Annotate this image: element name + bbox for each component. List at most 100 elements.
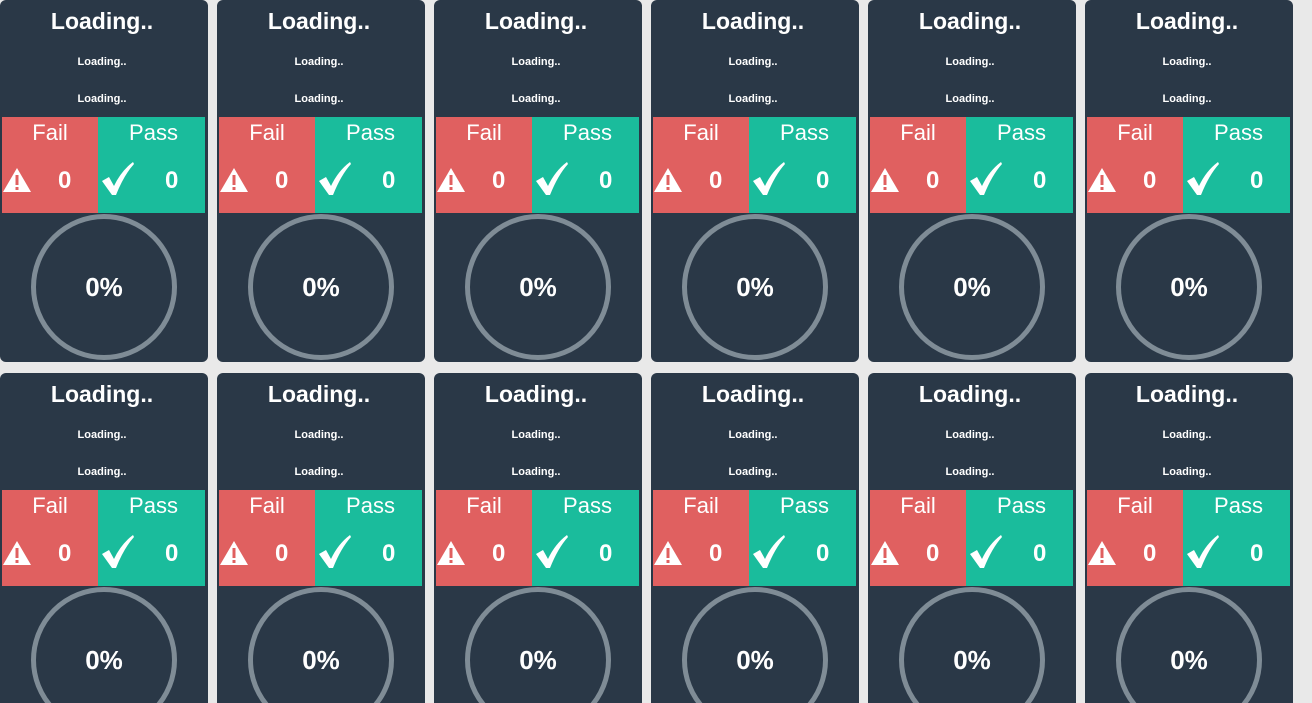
fail-panel: Fail 0 bbox=[2, 490, 98, 586]
pass-count: 0 bbox=[816, 167, 830, 194]
pass-count: 0 bbox=[165, 540, 179, 567]
fail-label: Fail bbox=[249, 120, 285, 145]
pass-count: 0 bbox=[1033, 540, 1047, 567]
fail-panel: Fail 0 bbox=[1087, 117, 1183, 213]
warning-icon bbox=[220, 168, 248, 192]
fail-count: 0 bbox=[275, 167, 289, 194]
status-card[interactable]: Loading.. Loading.. Loading.. Fail 0 Pas… bbox=[651, 0, 859, 362]
status-card[interactable]: Loading.. Loading.. Loading.. Fail 0 Pas… bbox=[0, 373, 208, 703]
check-icon bbox=[536, 535, 568, 568]
status-card[interactable]: Loading.. Loading.. Loading.. Fail 0 Pas… bbox=[868, 0, 1076, 362]
warning-icon bbox=[654, 541, 682, 565]
fail-count: 0 bbox=[1143, 167, 1157, 194]
check-icon bbox=[319, 535, 351, 568]
pass-label: Pass bbox=[129, 493, 178, 518]
status-card[interactable]: Loading.. Loading.. Loading.. Fail 0 Pas… bbox=[217, 0, 425, 362]
dashboard-grid: Loading.. Loading.. Loading.. Fail 0 Pas… bbox=[0, 0, 1312, 703]
pass-label: Pass bbox=[129, 120, 178, 145]
card-title: Loading.. bbox=[1135, 8, 1239, 34]
fail-panel: Fail 0 bbox=[870, 117, 966, 213]
fail-label: Fail bbox=[1117, 493, 1153, 518]
progress-percent: 0% bbox=[519, 272, 557, 302]
progress-percent: 0% bbox=[85, 272, 123, 302]
pass-count: 0 bbox=[1033, 167, 1047, 194]
status-card[interactable]: Loading.. Loading.. Loading.. Fail 0 Pas… bbox=[217, 373, 425, 703]
progress-percent: 0% bbox=[302, 272, 340, 302]
card-subtitle: Loading.. bbox=[1162, 429, 1212, 441]
pass-count: 0 bbox=[599, 167, 613, 194]
card-subtitle: Loading.. bbox=[294, 429, 344, 441]
warning-icon bbox=[654, 168, 682, 192]
card-title: Loading.. bbox=[701, 8, 805, 34]
card-subtitle: Loading.. bbox=[1162, 56, 1212, 68]
card-title: Loading.. bbox=[701, 381, 805, 407]
status-card[interactable]: Loading.. Loading.. Loading.. Fail 0 Pas… bbox=[434, 0, 642, 362]
fail-label: Fail bbox=[249, 493, 285, 518]
pass-label: Pass bbox=[346, 120, 395, 145]
pass-label: Pass bbox=[780, 493, 829, 518]
pass-panel: Pass 0 bbox=[966, 490, 1073, 586]
card-subtitle: Loading.. bbox=[728, 56, 778, 68]
fail-panel: Fail 0 bbox=[870, 490, 966, 586]
fail-count: 0 bbox=[492, 167, 506, 194]
pass-panel: Pass 0 bbox=[1183, 490, 1290, 586]
check-icon bbox=[536, 162, 568, 195]
card-subtitle: Loading.. bbox=[294, 56, 344, 68]
warning-icon bbox=[3, 541, 31, 565]
card-title: Loading.. bbox=[1135, 381, 1239, 407]
pass-panel: Pass 0 bbox=[315, 490, 422, 586]
check-icon bbox=[102, 535, 134, 568]
card-title: Loading.. bbox=[50, 381, 154, 407]
card-subtitle: Loading.. bbox=[77, 429, 127, 441]
pass-panel: Pass 0 bbox=[532, 117, 639, 213]
card-detail: Loading.. bbox=[728, 93, 778, 105]
status-card[interactable]: Loading.. Loading.. Loading.. Fail 0 Pas… bbox=[868, 373, 1076, 703]
check-icon bbox=[319, 162, 351, 195]
status-card[interactable]: Loading.. Loading.. Loading.. Fail 0 Pas… bbox=[1085, 0, 1293, 362]
fail-panel: Fail 0 bbox=[653, 117, 749, 213]
card-subtitle: Loading.. bbox=[511, 429, 561, 441]
status-card[interactable]: Loading.. Loading.. Loading.. Fail 0 Pas… bbox=[0, 0, 208, 362]
status-card[interactable]: Loading.. Loading.. Loading.. Fail 0 Pas… bbox=[651, 373, 859, 703]
warning-icon bbox=[437, 168, 465, 192]
pass-label: Pass bbox=[346, 493, 395, 518]
pass-label: Pass bbox=[1214, 493, 1263, 518]
pass-label: Pass bbox=[563, 493, 612, 518]
check-icon bbox=[1187, 162, 1219, 195]
progress-percent: 0% bbox=[85, 645, 123, 675]
fail-panel: Fail 0 bbox=[436, 117, 532, 213]
fail-count: 0 bbox=[926, 540, 940, 567]
card-detail: Loading.. bbox=[77, 466, 127, 478]
fail-panel: Fail 0 bbox=[1087, 490, 1183, 586]
pass-label: Pass bbox=[563, 120, 612, 145]
card-subtitle: Loading.. bbox=[728, 429, 778, 441]
fail-panel: Fail 0 bbox=[2, 117, 98, 213]
status-card[interactable]: Loading.. Loading.. Loading.. Fail 0 Pas… bbox=[1085, 373, 1293, 703]
fail-label: Fail bbox=[1117, 120, 1153, 145]
card-detail: Loading.. bbox=[945, 93, 995, 105]
card-subtitle: Loading.. bbox=[945, 429, 995, 441]
card-title: Loading.. bbox=[918, 8, 1022, 34]
card-title: Loading.. bbox=[484, 8, 588, 34]
pass-panel: Pass 0 bbox=[98, 490, 205, 586]
progress-percent: 0% bbox=[1170, 272, 1208, 302]
card-detail: Loading.. bbox=[294, 466, 344, 478]
pass-panel: Pass 0 bbox=[98, 117, 205, 213]
warning-icon bbox=[437, 541, 465, 565]
fail-label: Fail bbox=[466, 493, 502, 518]
pass-label: Pass bbox=[997, 493, 1046, 518]
check-icon bbox=[102, 162, 134, 195]
check-icon bbox=[1187, 535, 1219, 568]
fail-label: Fail bbox=[32, 493, 68, 518]
fail-label: Fail bbox=[32, 120, 68, 145]
pass-panel: Pass 0 bbox=[966, 117, 1073, 213]
fail-count: 0 bbox=[1143, 540, 1157, 567]
fail-panel: Fail 0 bbox=[219, 117, 315, 213]
card-title: Loading.. bbox=[918, 381, 1022, 407]
pass-count: 0 bbox=[165, 167, 179, 194]
fail-panel: Fail 0 bbox=[653, 490, 749, 586]
card-title: Loading.. bbox=[267, 381, 371, 407]
status-card[interactable]: Loading.. Loading.. Loading.. Fail 0 Pas… bbox=[434, 373, 642, 703]
card-detail: Loading.. bbox=[294, 93, 344, 105]
pass-label: Pass bbox=[780, 120, 829, 145]
